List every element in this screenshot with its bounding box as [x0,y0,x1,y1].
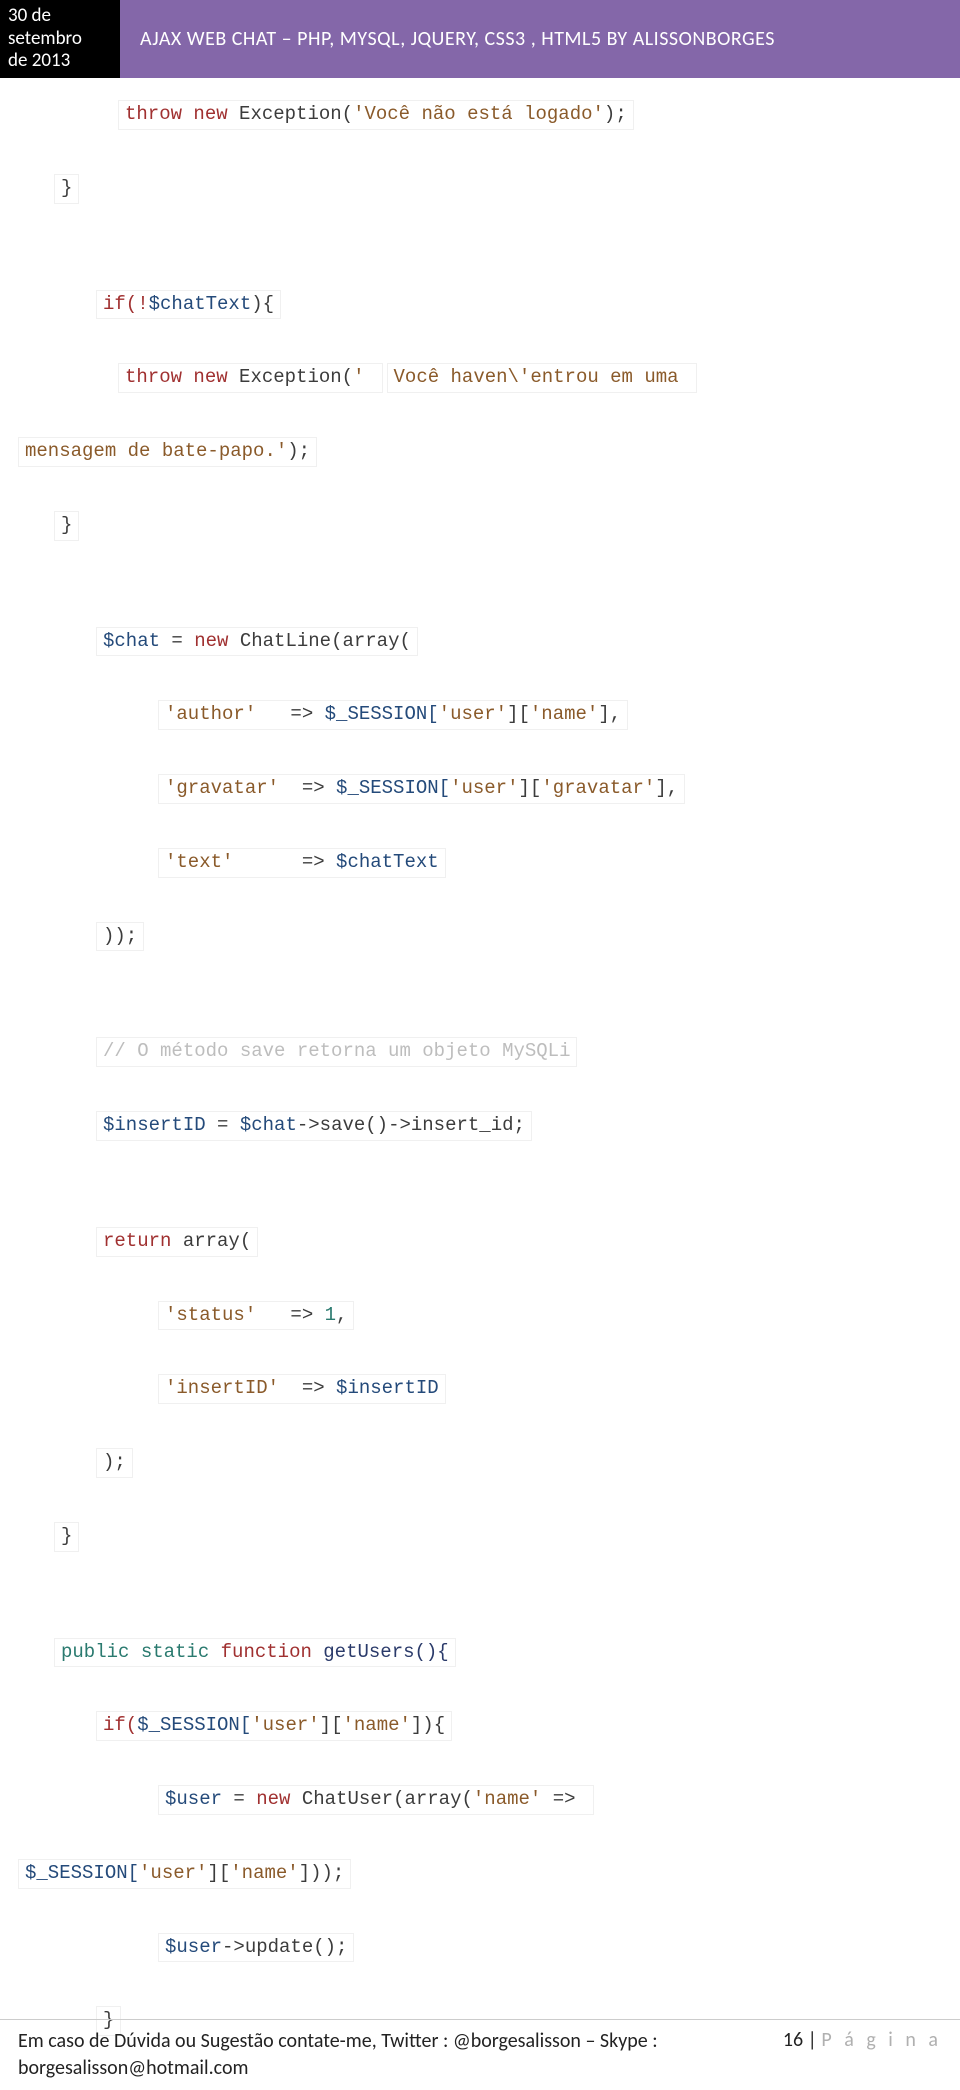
code-line: throw new Exception('Você não está logad… [118,100,634,130]
code-line: mensagem de bate-papo.'); [18,437,317,467]
date-line-2: setembro [8,28,112,51]
document-header: 30 de setembro de 2013 AJAX WEB CHAT – P… [0,0,960,78]
code-line: 'insertID' => $insertID [158,1374,446,1404]
page-number: 16 [783,2028,803,2052]
header-title: AJAX WEB CHAT – PHP, MYSQL, JQUERY, CSS3… [120,0,960,78]
code-line: $_SESSION['user']['name'])); [18,1859,351,1889]
code-line: // O método save retorna um objeto MySQL… [96,1037,577,1067]
date-line-3: de 2013 [8,50,112,73]
code-line: $user->update(); [158,1933,354,1963]
code-line: Você haven\'entrou em uma [387,363,697,393]
code-line: return array( [96,1227,258,1257]
code-line: $user = new ChatUser(array('name' => [158,1785,594,1815]
code-line: 'gravatar' => $_SESSION['user']['gravata… [158,774,685,804]
code-line: } [54,174,79,204]
code-line: } [54,511,79,541]
code-line: 'status' => 1, [158,1301,354,1331]
code-line: 'text' => $chatText [158,848,446,878]
document-body: throw new Exception('Você não está logad… [0,78,960,2090]
document-footer: Em caso de Dúvida ou Sugestão contate-me… [0,2019,960,2082]
date-line-1: 30 de [8,5,112,28]
code-line: if(!$chatText){ [96,290,281,320]
page-label: P á g i n a [821,2028,942,2052]
code-line: )); [96,922,144,952]
footer-page: 16 | P á g i n a [763,2028,942,2052]
code-line: $insertID = $chat->save()->insert_id; [96,1111,532,1141]
code-line: } [54,1522,79,1552]
code-line: throw new Exception(' [118,363,383,393]
header-date-box: 30 de setembro de 2013 [0,0,120,78]
footer-contact: Em caso de Dúvida ou Sugestão contate-me… [18,2028,763,2082]
code-line: $chat = new ChatLine(array( [96,627,418,657]
code-line: if($_SESSION['user']['name']){ [96,1711,452,1741]
code-line: 'author' => $_SESSION['user']['name'], [158,700,628,730]
code-line: public static function getUsers(){ [54,1638,456,1668]
code-line: ); [96,1448,133,1478]
